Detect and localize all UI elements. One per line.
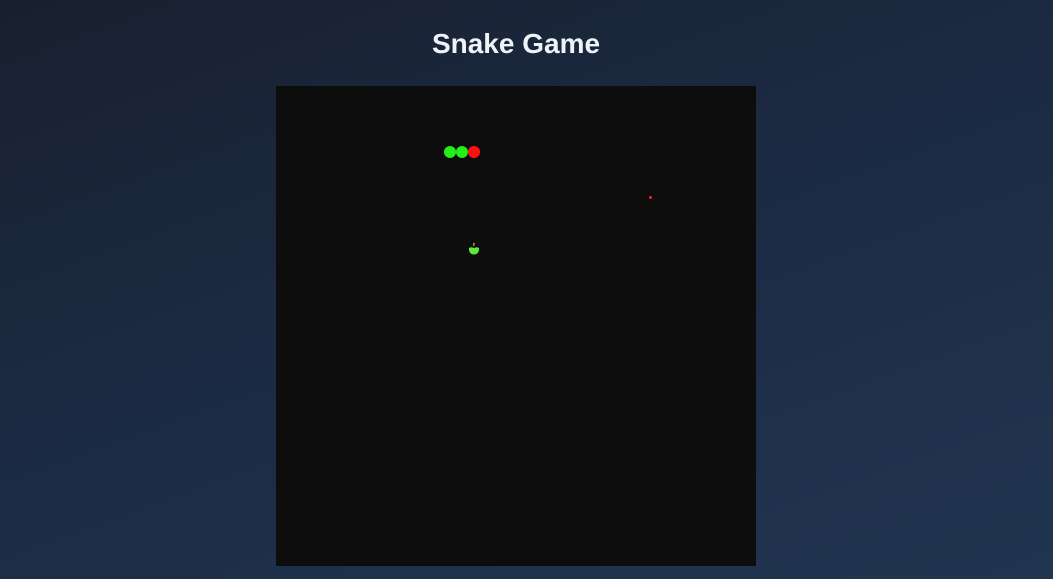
- snake-body-segment: [444, 146, 456, 158]
- projectile-dot: [649, 196, 652, 199]
- game-board[interactable]: [276, 86, 756, 566]
- apple-icon: [467, 242, 481, 257]
- snake-head: [468, 146, 480, 158]
- page-title: Snake Game: [431, 28, 601, 59]
- snake-body-segment: [456, 146, 468, 158]
